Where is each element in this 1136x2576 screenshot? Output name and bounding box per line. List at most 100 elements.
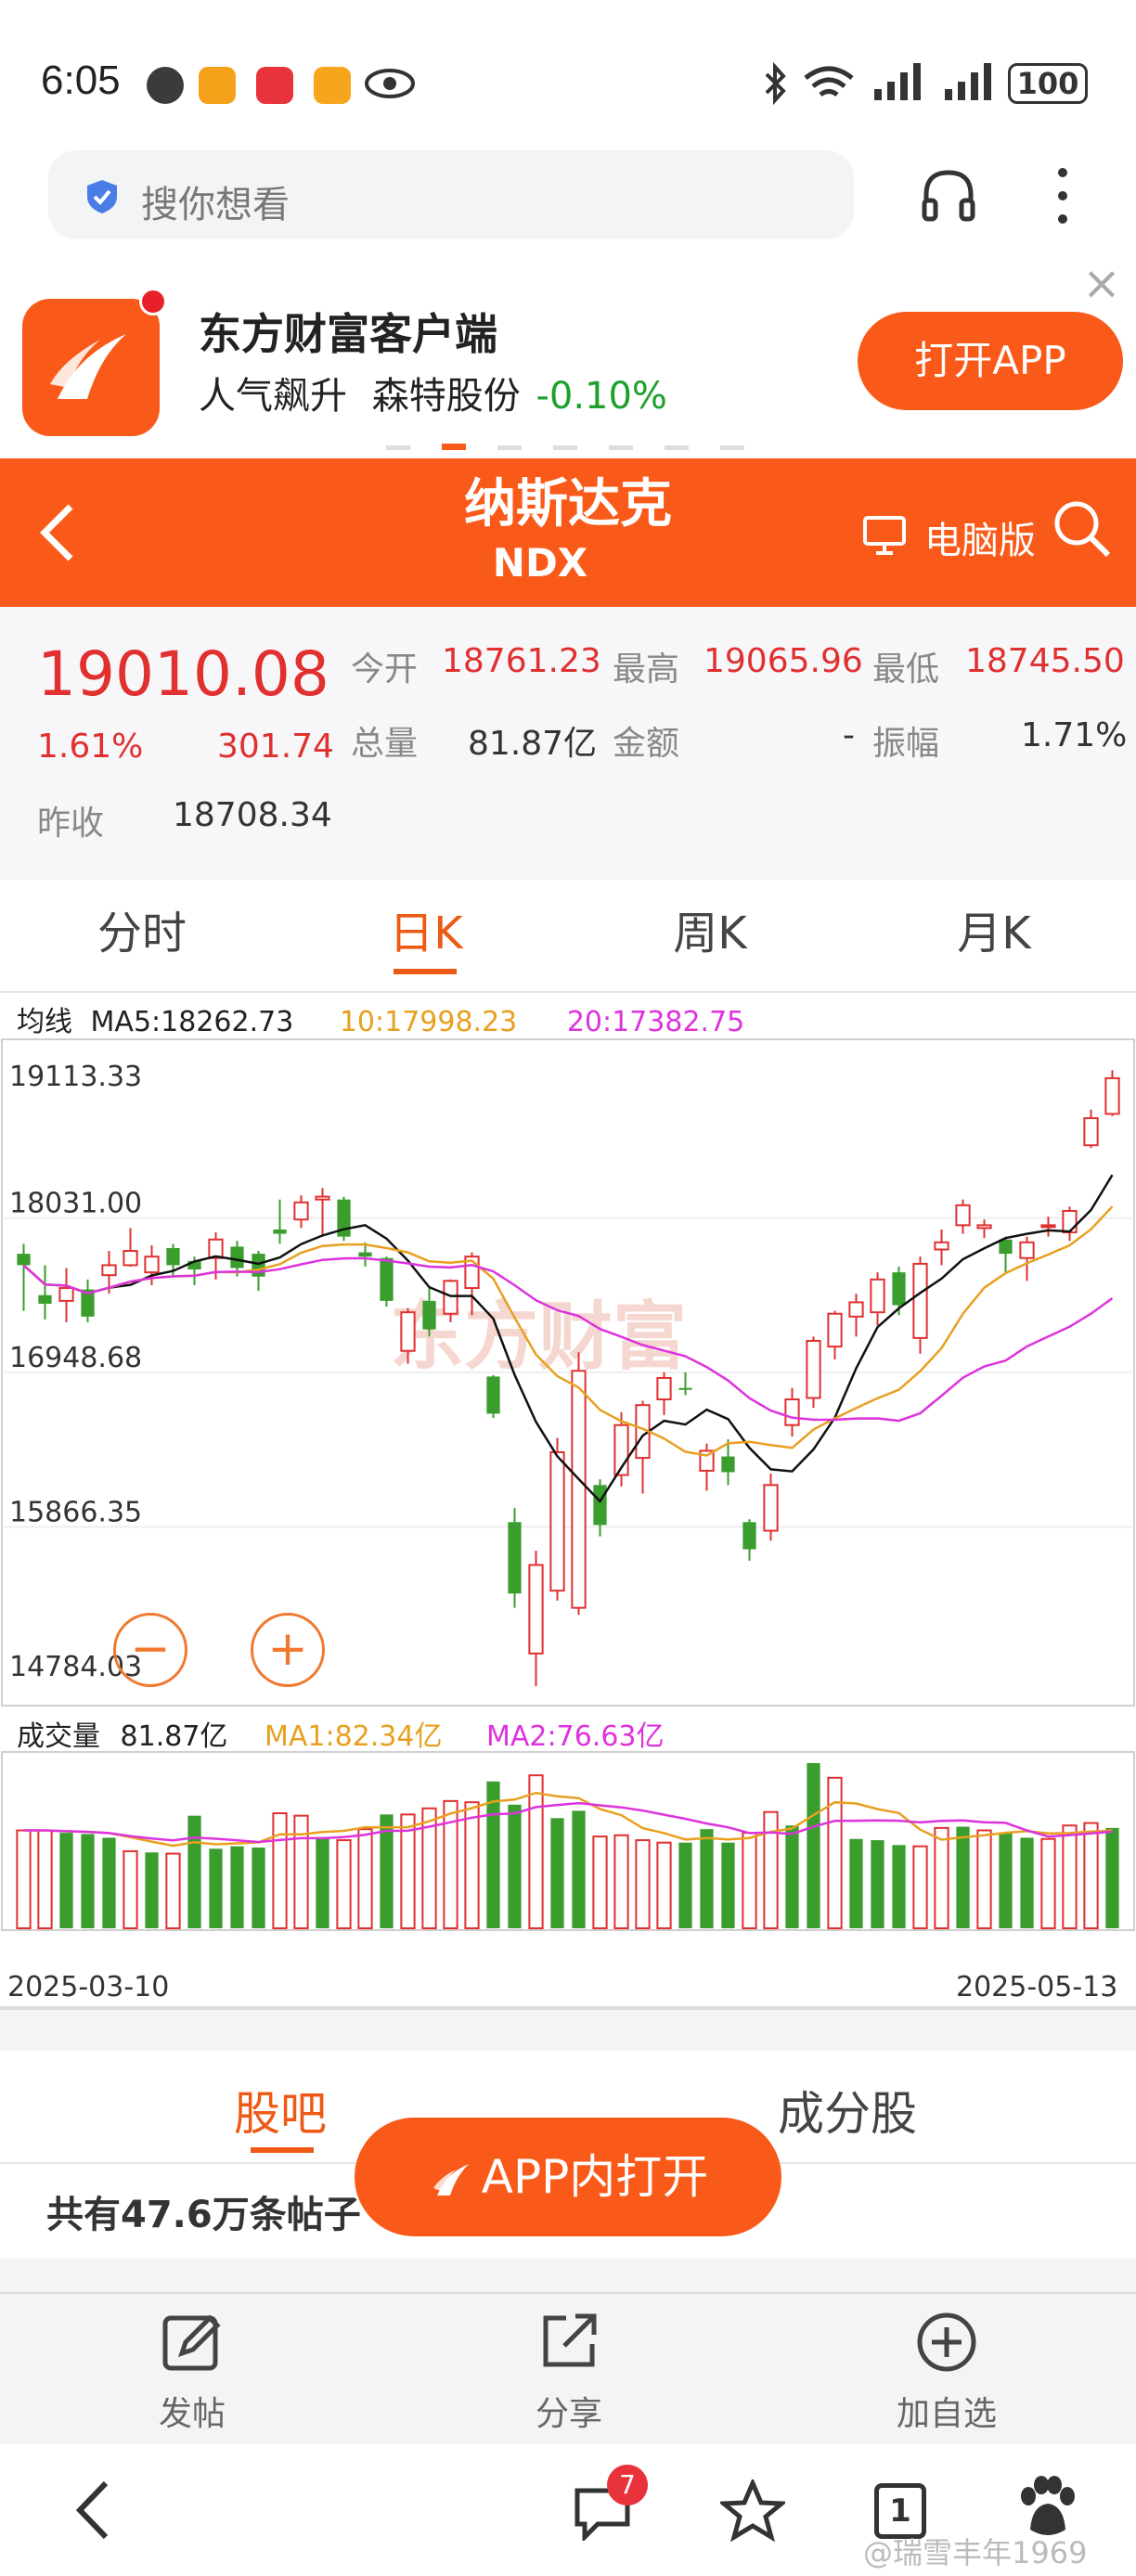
search-bar[interactable]: 搜你想看: [48, 150, 854, 239]
volume-bar-up: [123, 1849, 138, 1929]
volume-legend-prefix: 成交量: [17, 1720, 100, 1753]
candle-body-down: [17, 1254, 31, 1266]
volume-bar-down: [1105, 1827, 1119, 1928]
search-icon[interactable]: [1051, 497, 1114, 560]
zoom-in-button[interactable]: +: [251, 1613, 325, 1687]
post-label[interactable]: 发帖: [99, 2387, 285, 2435]
candle-body-up: [1019, 1241, 1035, 1259]
weibo-icon: [199, 67, 236, 104]
signal-2-icon: [945, 63, 991, 100]
candle-body-up: [976, 1224, 992, 1230]
volume-bar-down: [187, 1815, 201, 1928]
banner-stock-name: 森特股份: [371, 375, 521, 418]
bottom-toolbar: 发帖 分享 加自选: [0, 2292, 1136, 2444]
candle-body-up: [443, 1280, 458, 1315]
volume-bar-down: [956, 1826, 970, 1928]
battery-indicator: 100: [1008, 63, 1088, 104]
x-axis-end-date: 2025-05-13: [956, 1971, 1118, 2003]
volume-bar-down: [849, 1838, 863, 1928]
open-app-button[interactable]: 打开APP: [858, 312, 1123, 410]
candle-body-up: [144, 1256, 160, 1274]
banner-subtitle: 人气飙升: [199, 375, 347, 418]
volume-bar-down: [892, 1845, 906, 1928]
eye-icon: [365, 69, 415, 98]
volume-bar-down: [871, 1840, 884, 1928]
volume-bar-up: [742, 1832, 757, 1929]
volume-legend: 成交量 81.87亿 MA1:82.34亿 MA2:76.63亿: [17, 1713, 665, 1754]
candle-body-down: [380, 1257, 394, 1301]
add-watchlist-icon[interactable]: [915, 2311, 978, 2374]
headphones-icon[interactable]: [919, 165, 978, 225]
zoom-out-button[interactable]: −: [113, 1613, 187, 1687]
desktop-version-link[interactable]: 电脑版: [924, 510, 1036, 564]
ma5-value: MA5:18262.73: [90, 1006, 294, 1038]
desktop-icon[interactable]: [861, 514, 908, 557]
volume-bar-down: [230, 1846, 244, 1928]
price-tick-label: 16948.68: [9, 1342, 142, 1374]
tab-intraday[interactable]: 分时: [0, 882, 284, 991]
tab-guba[interactable]: 股吧: [234, 2077, 327, 2144]
candle-body-down: [678, 1387, 692, 1390]
candle-body-up: [848, 1301, 864, 1318]
quote-panel: 19010.08 1.61% 301.74 昨收 18708.34 今开 187…: [0, 607, 1136, 880]
volume-bar-down: [252, 1847, 265, 1928]
tab-monthly-k[interactable]: 月K: [852, 882, 1136, 991]
candle-body-up: [763, 1484, 779, 1532]
volume-bar-down: [999, 1833, 1013, 1928]
notification-dot: [139, 288, 167, 316]
tab-daily-k[interactable]: 日K: [284, 882, 568, 991]
volume-bar-up: [934, 1826, 949, 1930]
volume-bar-up: [16, 1829, 32, 1929]
ma-legend-prefix: 均线: [17, 1006, 72, 1038]
share-label[interactable]: 分享: [476, 2387, 662, 2435]
volume-bar-down: [316, 1837, 329, 1928]
ad-banner[interactable]: 东方财富客户端 人气飙升 森特股份 -0.10% 打开APP ×: [0, 256, 1136, 458]
candle-body-down: [721, 1456, 735, 1473]
k-line-chart[interactable]: 东方财富 19113.3318031.0016948.6815866.35147…: [0, 1036, 1136, 2019]
ma10-value: 10:17998.23: [339, 1006, 518, 1038]
candle-body-up: [806, 1339, 821, 1399]
low-value: 18745.50: [965, 642, 1125, 680]
share-icon[interactable]: [538, 2311, 600, 2372]
post-count: 共有47.6万条帖子: [46, 2194, 361, 2236]
volume-bar-down: [209, 1848, 223, 1928]
open-label: 今开: [351, 650, 419, 689]
shield-icon: [87, 180, 117, 213]
candle-body-down: [486, 1376, 500, 1414]
volume-bar-down: [1020, 1837, 1034, 1928]
tab-weekly-k[interactable]: 周K: [568, 882, 852, 991]
volume-value: 81.87亿: [468, 725, 598, 763]
low-label: 最低: [872, 650, 940, 689]
prev-close-label: 昨收: [37, 805, 105, 843]
vol-ma1-value: MA1:82.34亿: [264, 1720, 443, 1753]
footer-watermark: @瑞雪丰年1969: [863, 2535, 1088, 2570]
prev-close-value: 18708.34: [173, 796, 332, 834]
change-percent: 1.61%: [37, 728, 144, 766]
candle-body-up: [656, 1376, 672, 1401]
open-value: 18761.23: [442, 642, 601, 680]
candle-body-up: [784, 1398, 800, 1426]
wifi-icon: [804, 66, 854, 97]
candle-body-up: [1062, 1209, 1078, 1234]
close-banner-icon[interactable]: ×: [1082, 256, 1121, 310]
candle-body-down: [999, 1239, 1013, 1255]
candle-body-down: [230, 1246, 244, 1269]
favorite-star-icon[interactable]: [720, 2479, 785, 2543]
nav-back-icon[interactable]: [69, 2478, 115, 2543]
open-in-app-button[interactable]: APP内打开: [355, 2118, 781, 2236]
app-notification-icon: [314, 67, 351, 104]
add-watchlist-label[interactable]: 加自选: [854, 2387, 1039, 2435]
lower-tab-indicator: [251, 2147, 314, 2153]
more-menu-icon[interactable]: [1049, 163, 1077, 228]
tab-constituents[interactable]: 成分股: [778, 2077, 917, 2144]
volume-legend-value: 81.87亿: [120, 1720, 228, 1753]
volume-bar-down: [807, 1762, 820, 1928]
candle-body-up: [827, 1312, 843, 1348]
banner-pager: [386, 444, 750, 451]
comments-badge: 7: [607, 2465, 648, 2505]
volume-bar-up: [1083, 1822, 1099, 1929]
volume-bar-up: [464, 1801, 480, 1929]
edit-post-icon[interactable]: [161, 2311, 223, 2372]
high-value: 19065.96: [704, 642, 863, 680]
candle-body-up: [58, 1287, 74, 1302]
